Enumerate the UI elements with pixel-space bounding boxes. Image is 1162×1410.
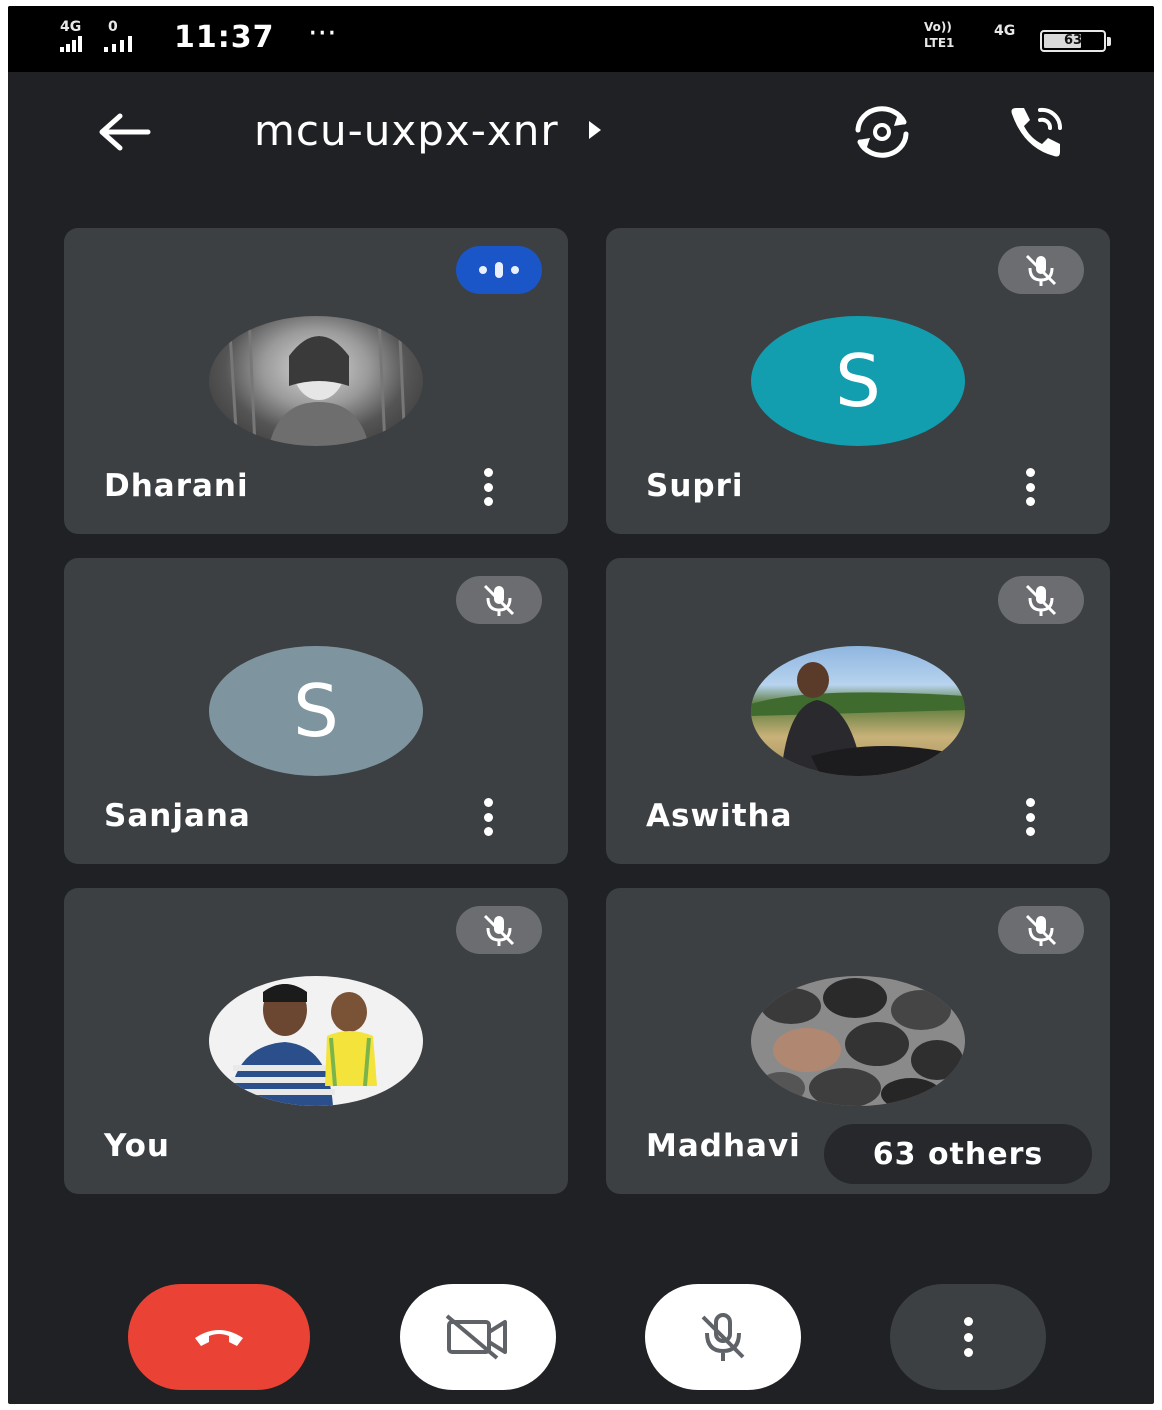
switch-camera-button[interactable] bbox=[844, 100, 920, 164]
profile-photo-icon bbox=[757, 978, 963, 1106]
camera-toggle-button[interactable] bbox=[400, 1284, 556, 1390]
profile-photo-icon bbox=[751, 662, 965, 776]
signal-icon bbox=[104, 36, 158, 52]
mic-off-icon bbox=[456, 576, 542, 624]
arrow-back-icon bbox=[99, 113, 151, 151]
profile-photo-icon bbox=[227, 316, 407, 446]
avatar bbox=[209, 316, 423, 446]
participant-options-button[interactable] bbox=[472, 794, 504, 840]
meet-screen: 4G 0 11:37 ··· Vo)) LTE1 4G 63 mcu-uxpx-… bbox=[8, 6, 1154, 1404]
avatar bbox=[209, 976, 423, 1106]
participant-tile[interactable]: Aswitha bbox=[606, 558, 1110, 864]
mic-off-icon bbox=[998, 576, 1084, 624]
avatar: S bbox=[751, 316, 965, 446]
participant-name: Supri bbox=[646, 468, 744, 504]
participant-name: Aswitha bbox=[646, 798, 793, 834]
participant-tile[interactable]: Dharani bbox=[64, 228, 568, 534]
profile-photo-icon bbox=[229, 984, 377, 1106]
end-call-button[interactable] bbox=[128, 1284, 310, 1390]
meeting-code: mcu-uxpx-xnr bbox=[254, 105, 559, 155]
participant-name: Sanjana bbox=[104, 798, 251, 834]
participant-options-button[interactable] bbox=[1014, 794, 1046, 840]
avatar bbox=[751, 976, 965, 1106]
more-options-button[interactable] bbox=[890, 1284, 1046, 1390]
participant-name: Dharani bbox=[104, 468, 249, 504]
caret-right-icon bbox=[588, 121, 601, 139]
audio-output-button[interactable] bbox=[998, 100, 1074, 164]
videocam-off-icon bbox=[445, 1314, 507, 1360]
avatar: S bbox=[209, 646, 423, 776]
avatar-initial: S bbox=[293, 669, 339, 753]
volte-label: Vo)) bbox=[924, 20, 952, 34]
lte-label: LTE1 bbox=[924, 36, 955, 50]
microphone-toggle-button[interactable] bbox=[645, 1284, 801, 1390]
more-vert-icon bbox=[961, 1317, 975, 1357]
mic-off-icon bbox=[998, 906, 1084, 954]
network-type-label: 4G bbox=[60, 19, 82, 35]
avatar-initial: S bbox=[835, 339, 881, 423]
mic-off-icon bbox=[701, 1313, 745, 1361]
call-end-icon bbox=[195, 1330, 243, 1346]
signal-icon bbox=[60, 36, 84, 52]
participant-tile[interactable]: S Sanjana bbox=[64, 558, 568, 864]
avatar bbox=[751, 646, 965, 776]
speaking-indicator-icon bbox=[456, 246, 542, 294]
participant-tile[interactable]: S Supri bbox=[606, 228, 1110, 534]
phone-audio-icon bbox=[1011, 107, 1063, 157]
participant-tile-self[interactable]: You bbox=[64, 888, 568, 1194]
participant-name: You bbox=[104, 1128, 170, 1164]
mic-off-icon bbox=[998, 246, 1084, 294]
clock: 11:37 bbox=[174, 20, 275, 55]
battery-icon: 63 bbox=[1040, 30, 1111, 52]
network-indicator-label: 0 bbox=[108, 19, 118, 35]
app-bar: mcu-uxpx-xnr bbox=[8, 72, 1154, 192]
participant-options-button[interactable] bbox=[1014, 464, 1046, 510]
participant-options-button[interactable] bbox=[472, 464, 504, 510]
more-notifications-icon: ··· bbox=[308, 16, 337, 51]
back-button[interactable] bbox=[92, 102, 156, 162]
battery-level: 63 bbox=[1063, 33, 1083, 48]
participant-name: Madhavi bbox=[646, 1128, 801, 1164]
status-bar: 4G 0 11:37 ··· Vo)) LTE1 4G 63 bbox=[8, 6, 1154, 72]
mic-off-icon bbox=[456, 906, 542, 954]
network-type-label-right: 4G bbox=[994, 23, 1016, 39]
switch-camera-icon bbox=[855, 106, 909, 158]
others-count-chip[interactable]: 63 others bbox=[824, 1124, 1092, 1184]
meeting-title[interactable]: mcu-uxpx-xnr bbox=[254, 102, 601, 158]
